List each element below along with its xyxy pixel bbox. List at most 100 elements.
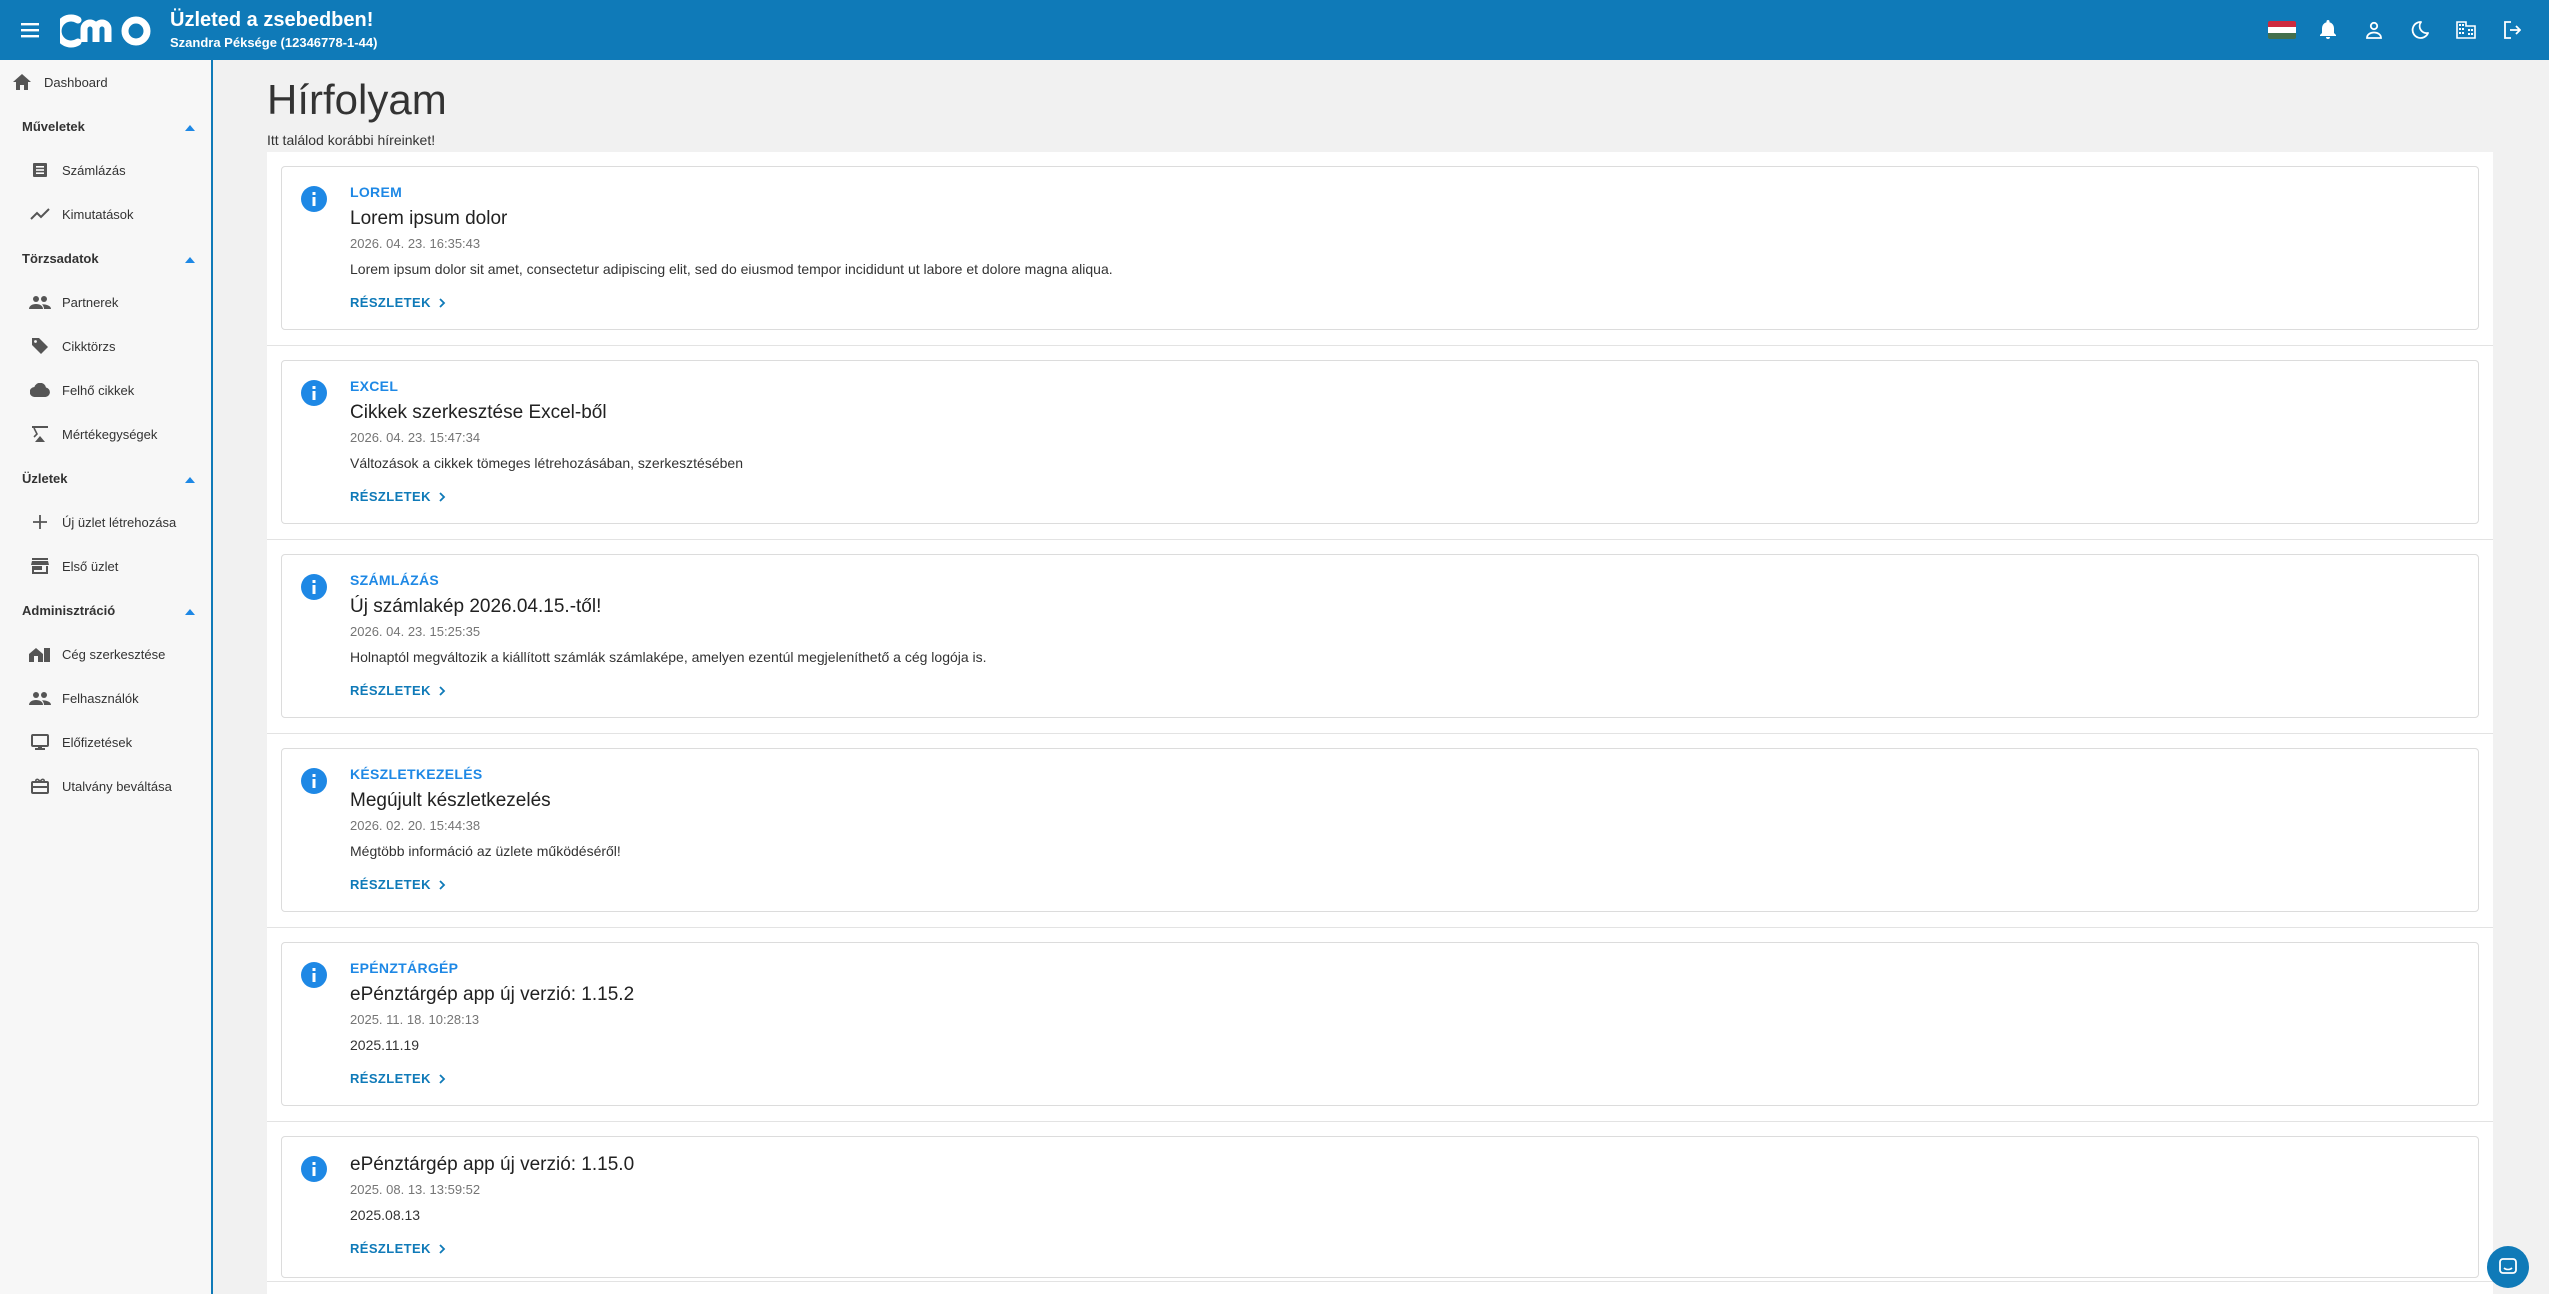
chevron-up-icon: [185, 471, 195, 486]
chevron-right-icon: [439, 1243, 446, 1254]
trending-icon: [28, 202, 52, 226]
company-icon[interactable]: [2443, 7, 2489, 53]
news-text: 2025.08.13: [350, 1207, 421, 1223]
chat-button[interactable]: [2487, 1246, 2529, 1288]
sidebar-item-label: Mértékegységek: [62, 426, 158, 442]
news-card: KÉSZLETKEZELÉS Megújult készletkezelés 2…: [281, 748, 2479, 912]
news-card: EXCEL Cikkek szerkesztése Excel-ből 2026…: [281, 360, 2479, 524]
sidebar: Dashboard Műveletek Számlázás Kimutatáso…: [0, 60, 213, 1294]
logout-icon[interactable]: [2489, 7, 2535, 53]
chevron-right-icon: [439, 879, 446, 890]
details-label: RÉSZLETEK: [350, 489, 431, 504]
news-title: ePénztárgép app új verzió: 1.15.0: [350, 1154, 635, 1175]
news-entry: ePénztárgép app új verzió: 1.15.0 2025. …: [267, 1122, 2493, 1282]
news-category: LOREM: [350, 184, 403, 200]
sidebar-item-label: Dashboard: [44, 74, 108, 90]
store-icon: [28, 554, 52, 578]
news-category: EPÉNZTÁRGÉP: [350, 960, 459, 976]
top-app-bar: Üzleted a zsebedben! Szandra Péksége (12…: [0, 0, 2549, 60]
sidebar-item-label: Első üzlet: [62, 558, 119, 574]
sidebar-item-uj-uzlet[interactable]: Új üzlet létrehozása: [0, 500, 211, 544]
sidebar-group-adminisztracio[interactable]: Adminisztráció: [0, 588, 211, 632]
info-icon: [301, 962, 327, 988]
sidebar-group-uzletek[interactable]: Üzletek: [0, 456, 211, 500]
sidebar-group-muveletek[interactable]: Műveletek: [0, 104, 211, 148]
house-work-icon: [28, 642, 52, 666]
sidebar-item-felho-cikkek[interactable]: Felhő cikkek: [0, 368, 211, 412]
sidebar-group-label: Műveletek: [22, 118, 85, 134]
news-entry: SZÁMLÁZÁS Új számlakép 2026.04.15.-től! …: [267, 540, 2493, 734]
info-icon: [301, 574, 327, 600]
news-entry: EXCEL Cikkek szerkesztése Excel-ből 2026…: [267, 346, 2493, 540]
sidebar-item-cikktorzs[interactable]: Cikktörzs: [0, 324, 211, 368]
brand-logo[interactable]: [60, 10, 162, 50]
news-text: Lorem ipsum dolor sit amet, consectetur …: [350, 261, 1113, 277]
sidebar-item-utalvany[interactable]: Utalvány beváltása: [0, 764, 211, 808]
language-flag-icon[interactable]: [2259, 7, 2305, 53]
menu-icon[interactable]: [0, 0, 60, 60]
news-category: KÉSZLETKEZELÉS: [350, 766, 483, 782]
sidebar-group-label: Adminisztráció: [22, 602, 116, 618]
details-label: RÉSZLETEK: [350, 1241, 431, 1256]
chevron-up-icon: [185, 119, 195, 134]
sidebar-item-elso-uzlet[interactable]: Első üzlet: [0, 544, 211, 588]
sidebar-item-partnerek[interactable]: Partnerek: [0, 280, 211, 324]
plus-icon: [28, 510, 52, 534]
sidebar-item-dashboard[interactable]: Dashboard: [0, 60, 211, 104]
news-text: 2025.11.19: [350, 1037, 420, 1053]
chevron-right-icon: [439, 685, 446, 696]
details-link[interactable]: RÉSZLETEK: [350, 295, 446, 310]
news-card: ePénztárgép app új verzió: 1.15.0 2025. …: [281, 1136, 2479, 1278]
info-icon: [301, 768, 327, 794]
details-link[interactable]: RÉSZLETEK: [350, 683, 446, 698]
sidebar-item-label: Partnerek: [62, 294, 119, 310]
chat-icon: [2499, 1258, 2517, 1274]
news-category: EXCEL: [350, 378, 399, 394]
news-title: Cikkek szerkesztése Excel-ből: [350, 402, 607, 423]
news-entry: KÉSZLETKEZELÉS Megújult készletkezelés 2…: [267, 734, 2493, 928]
user-icon[interactable]: [2351, 7, 2397, 53]
sidebar-item-mertekegysegek[interactable]: Mértékegységek: [0, 412, 211, 456]
news-date: 2026. 04. 23. 16:35:43: [350, 236, 481, 251]
home-icon: [10, 70, 34, 94]
sidebar-item-label: Előfizetések: [62, 734, 133, 750]
details-link[interactable]: RÉSZLETEK: [350, 1241, 446, 1256]
scale-icon: [28, 422, 52, 446]
news-date: 2026. 04. 23. 15:47:34: [350, 430, 481, 445]
news-text: Holnaptól megváltozik a kiállított száml…: [350, 649, 987, 665]
news-date: 2026. 02. 20. 15:44:38: [350, 818, 481, 833]
dark-mode-icon[interactable]: [2397, 7, 2443, 53]
sidebar-item-ceg-szerkesztese[interactable]: Cég szerkesztése: [0, 632, 211, 676]
details-link[interactable]: RÉSZLETEK: [350, 489, 446, 504]
details-link[interactable]: RÉSZLETEK: [350, 877, 446, 892]
company-name: Szandra Péksége (12346778-1-44): [170, 35, 378, 50]
sidebar-item-label: Számlázás: [62, 162, 126, 178]
sidebar-item-label: Felhő cikkek: [62, 382, 135, 398]
sidebar-group-label: Üzletek: [22, 470, 68, 486]
news-date: 2025. 08. 13. 13:59:52: [350, 1182, 481, 1197]
people-icon: [28, 686, 52, 710]
news-category: SZÁMLÁZÁS: [350, 572, 440, 588]
info-icon: [301, 380, 327, 406]
chevron-right-icon: [439, 1073, 446, 1084]
chevron-up-icon: [185, 603, 195, 618]
sidebar-item-kimutatasok[interactable]: Kimutatások: [0, 192, 211, 236]
app-title: Üzleted a zsebedben!: [170, 9, 374, 31]
sidebar-item-felhasznalok[interactable]: Felhasználók: [0, 676, 211, 720]
sidebar-item-szamlazas[interactable]: Számlázás: [0, 148, 211, 192]
sidebar-item-elofizetesek[interactable]: Előfizetések: [0, 720, 211, 764]
details-label: RÉSZLETEK: [350, 877, 431, 892]
news-entry: LOREM Lorem ipsum dolor 2026. 04. 23. 16…: [267, 152, 2493, 346]
page-subtitle: Itt találod korábbi híreinket!: [267, 132, 436, 148]
news-title: Lorem ipsum dolor: [350, 208, 508, 229]
bell-icon[interactable]: [2305, 7, 2351, 53]
details-link[interactable]: RÉSZLETEK: [350, 1071, 446, 1086]
news-title: Új számlakép 2026.04.15.-től!: [350, 596, 602, 617]
chevron-up-icon: [185, 251, 195, 266]
sidebar-group-torzsadatok[interactable]: Törzsadatok: [0, 236, 211, 280]
receipt-icon: [28, 158, 52, 182]
tag-icon: [28, 334, 52, 358]
news-feed: LOREM Lorem ipsum dolor 2026. 04. 23. 16…: [267, 152, 2493, 1294]
chevron-right-icon: [439, 297, 446, 308]
info-icon: [301, 1156, 327, 1182]
